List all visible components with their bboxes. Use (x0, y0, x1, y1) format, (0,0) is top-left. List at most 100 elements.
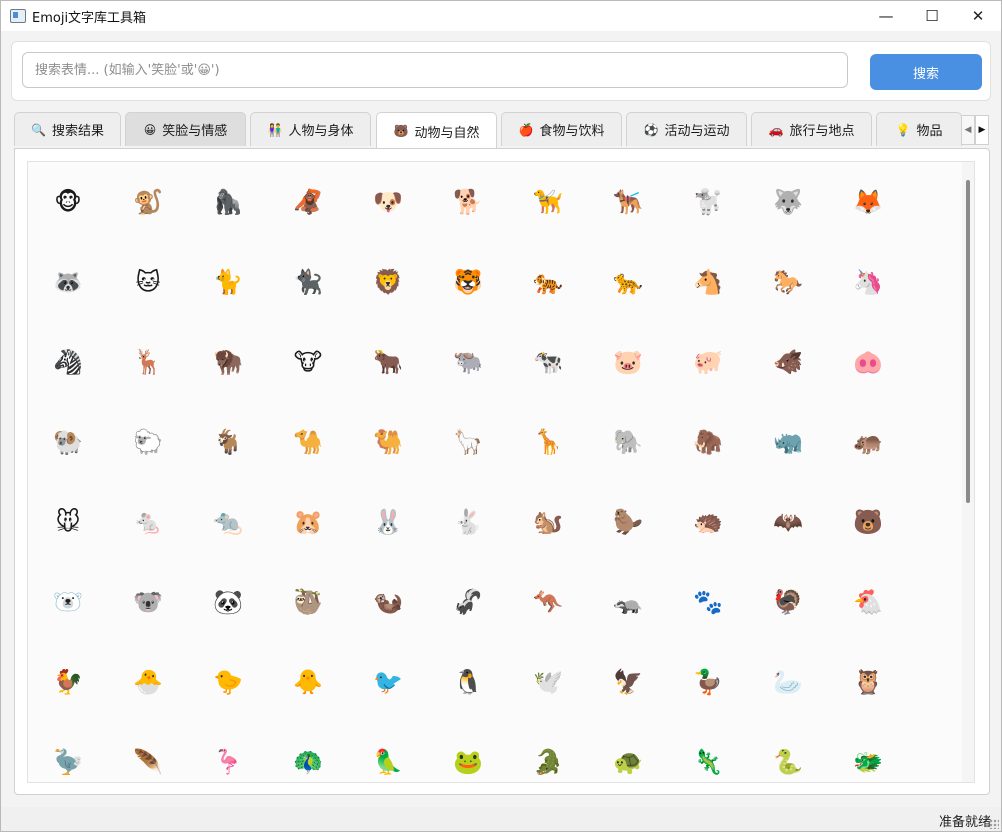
emoji-cell[interactable]: 🐘 (588, 402, 668, 482)
emoji-cell[interactable]: 🦜 (348, 722, 428, 782)
emoji-cell[interactable]: 🐤 (188, 642, 268, 722)
emoji-cell[interactable]: 🪶 (108, 722, 188, 782)
search-input[interactable] (22, 52, 848, 88)
emoji-cell[interactable]: 🦩 (188, 722, 268, 782)
emoji-cell[interactable]: 🐊 (508, 722, 588, 782)
emoji-cell[interactable]: 🦉 (828, 642, 908, 722)
emoji-cell[interactable]: 🐣 (108, 642, 188, 722)
emoji-cell[interactable]: 🦒 (508, 402, 588, 482)
tab-5[interactable]: ⚽ 活动与运动 (626, 112, 747, 146)
emoji-cell[interactable]: 🦥 (268, 562, 348, 642)
emoji-cell[interactable]: 🐼 (188, 562, 268, 642)
emoji-cell[interactable]: 🦌 (108, 322, 188, 402)
emoji-cell[interactable]: 🦏 (748, 402, 828, 482)
emoji-cell[interactable]: 🐺 (748, 162, 828, 242)
maximize-button[interactable]: ☐ (909, 1, 955, 31)
emoji-cell[interactable]: 🐻 (828, 482, 908, 562)
emoji-cell[interactable]: 🐇 (428, 482, 508, 562)
emoji-cell[interactable]: 🐪 (268, 402, 348, 482)
emoji-cell[interactable]: 🐾 (668, 562, 748, 642)
emoji-cell[interactable]: 🐩 (668, 162, 748, 242)
emoji-cell[interactable]: 🦃 (748, 562, 828, 642)
emoji-cell[interactable]: 🐹 (268, 482, 348, 562)
vertical-scrollbar[interactable] (962, 162, 974, 782)
emoji-cell[interactable]: 🐷 (588, 322, 668, 402)
resize-grip[interactable] (989, 819, 999, 829)
emoji-cell[interactable]: 🐀 (188, 482, 268, 562)
emoji-cell[interactable]: 🐔 (828, 562, 908, 642)
emoji-cell[interactable]: 🐱 (108, 242, 188, 322)
emoji-cell[interactable]: 🐧 (428, 642, 508, 722)
emoji-cell[interactable]: 🐻‍❄️ (28, 562, 108, 642)
emoji-cell[interactable]: 🐖 (668, 322, 748, 402)
emoji-cell[interactable]: 🦫 (588, 482, 668, 562)
emoji-cell[interactable]: 🦓 (28, 322, 108, 402)
tab-scroll-left-button[interactable]: ◀ (961, 115, 975, 145)
emoji-cell[interactable]: 🐶 (348, 162, 428, 242)
emoji-cell[interactable]: 🐒 (108, 162, 188, 242)
emoji-cell[interactable]: 🐈‍⬛ (268, 242, 348, 322)
emoji-cell[interactable]: 🦚 (268, 722, 348, 782)
emoji-cell[interactable]: 🐲 (828, 722, 908, 782)
close-button[interactable]: ✕ (955, 1, 1001, 31)
emoji-cell[interactable]: 🐢 (588, 722, 668, 782)
emoji-cell[interactable]: 🐎 (748, 242, 828, 322)
emoji-cell[interactable]: 🐅 (508, 242, 588, 322)
emoji-cell[interactable]: 🐴 (668, 242, 748, 322)
emoji-cell[interactable]: 🦔 (668, 482, 748, 562)
emoji-cell[interactable]: 🦬 (188, 322, 268, 402)
emoji-cell[interactable]: 🦎 (668, 722, 748, 782)
emoji-cell[interactable]: 🦧 (268, 162, 348, 242)
emoji-cell[interactable]: 🐁 (108, 482, 188, 562)
scrollbar-thumb[interactable] (966, 180, 970, 503)
emoji-cell[interactable]: 🦄 (828, 242, 908, 322)
emoji-cell[interactable]: 🦮 (508, 162, 588, 242)
emoji-cell[interactable]: 🦝 (28, 242, 108, 322)
emoji-cell[interactable]: 🦆 (668, 642, 748, 722)
emoji-cell[interactable]: 🦍 (188, 162, 268, 242)
tab-3[interactable]: 🐻 动物与自然 (376, 112, 497, 149)
tab-4[interactable]: 🍎 食物与饮料 (501, 112, 622, 146)
emoji-cell[interactable]: 🦘 (508, 562, 588, 642)
tab-scroll-right-button[interactable]: ▶ (975, 115, 989, 145)
emoji-cell[interactable]: 🐦 (348, 642, 428, 722)
tab-7[interactable]: 💡 物品 (876, 112, 962, 146)
emoji-cell[interactable]: 🦣 (668, 402, 748, 482)
emoji-cell[interactable]: 🦤 (28, 722, 108, 782)
emoji-cell[interactable]: 🐓 (28, 642, 108, 722)
emoji-cell[interactable]: 🦊 (828, 162, 908, 242)
emoji-cell[interactable]: 🐄 (508, 322, 588, 402)
minimize-button[interactable]: — (863, 1, 909, 31)
emoji-cell[interactable]: 🐫 (348, 402, 428, 482)
emoji-cell[interactable]: 🦢 (748, 642, 828, 722)
emoji-cell[interactable]: 🐏 (28, 402, 108, 482)
emoji-cell[interactable]: 🕊️ (508, 642, 588, 722)
emoji-cell[interactable]: 🦡 (588, 562, 668, 642)
search-button[interactable]: 搜索 (870, 54, 982, 90)
emoji-cell[interactable]: 🦙 (428, 402, 508, 482)
tab-6[interactable]: 🚗 旅行与地点 (751, 112, 872, 146)
emoji-cell[interactable]: 🐵 (28, 162, 108, 242)
emoji-cell[interactable]: 🐰 (348, 482, 428, 562)
emoji-cell[interactable]: 🐥 (268, 642, 348, 722)
emoji-cell[interactable]: 🦦 (348, 562, 428, 642)
tab-2[interactable]: 👫 人物与身体 (250, 112, 371, 146)
emoji-cell[interactable]: 🐽 (828, 322, 908, 402)
emoji-cell[interactable]: 🐍 (748, 722, 828, 782)
emoji-cell[interactable]: 🐗 (748, 322, 828, 402)
emoji-cell[interactable]: 🐃 (428, 322, 508, 402)
emoji-cell[interactable]: 🐮 (268, 322, 348, 402)
emoji-cell[interactable]: 🐭 (28, 482, 108, 562)
tab-0[interactable]: 🔍 搜索结果 (14, 112, 121, 146)
emoji-cell[interactable]: 🐨 (108, 562, 188, 642)
emoji-cell[interactable]: 🦨 (428, 562, 508, 642)
emoji-cell[interactable]: 🐐 (188, 402, 268, 482)
emoji-cell[interactable]: 🦛 (828, 402, 908, 482)
emoji-cell[interactable]: 🐕 (428, 162, 508, 242)
emoji-cell[interactable]: 🦅 (588, 642, 668, 722)
emoji-cell[interactable]: 🐈 (188, 242, 268, 322)
emoji-cell[interactable]: 🐕‍🦺 (588, 162, 668, 242)
emoji-cell[interactable]: 🐯 (428, 242, 508, 322)
emoji-cell[interactable]: 🐂 (348, 322, 428, 402)
tab-1[interactable]: 😀 笑脸与情感 (125, 112, 246, 146)
